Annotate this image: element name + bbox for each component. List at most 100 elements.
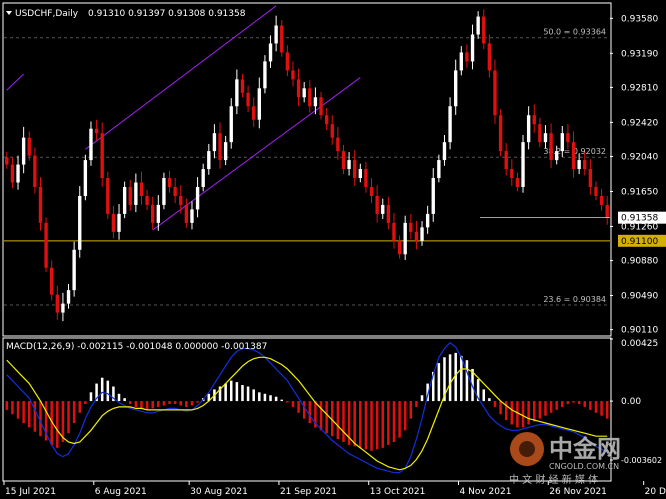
candle-body	[605, 204, 609, 218]
price-tick-label: 0.91650	[621, 187, 658, 197]
candle-body	[566, 133, 570, 143]
candle-body	[330, 124, 334, 138]
candle-body	[521, 142, 525, 187]
candle-body	[397, 240, 402, 255]
candle-body	[66, 290, 71, 304]
candle-body	[392, 222, 396, 241]
time-tick-label: 30 Aug 2021	[190, 487, 248, 497]
fib-level-label: 50.0 = 0.93364	[543, 28, 606, 37]
candle-body	[134, 182, 138, 205]
candle-body	[291, 70, 295, 80]
macd-tick-label: 0.00425	[621, 339, 658, 349]
candle-body	[72, 249, 76, 291]
candle-body	[588, 169, 593, 187]
candle-body	[425, 213, 430, 228]
candle-body	[240, 79, 245, 93]
candle-body	[409, 222, 413, 232]
candle-body	[207, 151, 211, 170]
candle-body	[156, 204, 160, 223]
price-tick-label: 0.90880	[621, 257, 658, 267]
candle-body	[55, 294, 59, 313]
channel-stub-line[interactable]	[6, 73, 24, 91]
candle-body	[5, 157, 9, 165]
ohlc-values: 0.91310 0.91397 0.91308 0.91358	[88, 9, 246, 19]
price-panel-frame	[2, 2, 612, 337]
candle-body	[594, 186, 598, 196]
candle-body	[139, 182, 144, 196]
candle-body	[94, 128, 99, 134]
candle-body	[454, 70, 458, 107]
candle-body	[195, 186, 200, 210]
watermark-domain: CNGOLD.COM.CN	[549, 462, 619, 471]
candle-body	[229, 106, 233, 143]
candle-body	[128, 186, 132, 205]
candle-body	[235, 79, 239, 107]
candle-body	[83, 160, 88, 196]
symbol-label: USDCHF,Daily	[15, 9, 79, 19]
candle-body	[252, 106, 256, 120]
support-price-label: 0.91100	[621, 237, 658, 247]
candle-body	[526, 115, 531, 143]
time-tick-label: 21 Sep 2021	[280, 487, 337, 497]
price-tick-label: 0.90110	[621, 326, 658, 336]
trend-channel[interactable]	[6, 5, 361, 231]
candle-body	[151, 204, 155, 223]
candle-body	[358, 169, 362, 179]
candle-body	[89, 128, 93, 161]
time-tick-label: 4 Nov 2021	[460, 487, 512, 497]
time-tick-label: 6 Aug 2021	[95, 487, 147, 497]
candle-body	[190, 209, 194, 223]
candle-body	[381, 204, 385, 214]
candle-body	[504, 151, 508, 170]
candle-body	[263, 61, 267, 89]
candle-body	[145, 195, 149, 205]
candle-body	[111, 213, 116, 232]
fib-level-label: 23.6 = 0.90384	[543, 295, 606, 304]
price-tick-label: 0.92040	[621, 152, 658, 162]
candlesticks	[5, 9, 609, 322]
price-tick-label: 0.93190	[621, 49, 658, 59]
candle-body	[268, 43, 273, 62]
candle-body	[470, 34, 475, 62]
macd-tick-label: 0.00	[621, 397, 641, 407]
candle-body	[515, 178, 520, 187]
candle-body	[336, 137, 340, 152]
candle-body	[27, 137, 31, 156]
candle-body	[599, 195, 604, 205]
candle-body	[44, 222, 48, 268]
symbol-dropdown-icon[interactable]	[6, 11, 12, 15]
candle-body	[493, 70, 497, 116]
candle-body	[353, 160, 357, 179]
candle-body	[100, 133, 104, 179]
candle-body	[577, 160, 581, 170]
cngold-watermark: 中金网 CNGOLD.COM.CN 中 文 财 经 新 媒 体	[509, 432, 621, 486]
candle-body	[341, 151, 346, 170]
channel-lower-line[interactable]	[152, 77, 361, 231]
candle-body	[420, 227, 424, 241]
candle-body	[223, 142, 228, 161]
fibonacci-levels[interactable]: 50.0 = 0.9336438.2 = 0.9203223.6 = 0.903…	[4, 28, 610, 306]
price-tick-label: 0.92810	[621, 83, 658, 93]
candle-body	[16, 164, 20, 183]
candle-body	[50, 267, 54, 295]
candle-body	[319, 97, 323, 116]
candle-body	[33, 155, 37, 187]
watermark-brand: 中金网	[549, 435, 621, 463]
current-price-label: 0.91358	[621, 214, 658, 224]
candle-body	[167, 178, 172, 187]
candle-body	[61, 303, 65, 313]
candle-body	[296, 79, 301, 98]
candle-body	[280, 25, 284, 53]
price-axis: 0.93580 0.93190 0.92810 0.92420 0.92040 0.916…	[480, 14, 666, 336]
candle-body	[313, 97, 318, 107]
candle-body	[122, 186, 127, 214]
watermark-tagline: 中 文 财 经 新 媒 体	[509, 473, 598, 486]
candle-body	[431, 178, 435, 214]
candle-body	[487, 43, 492, 71]
candle-body	[78, 195, 82, 250]
candle-body	[538, 124, 542, 143]
candle-body	[369, 186, 374, 196]
price-tick-label: 0.93580	[621, 14, 658, 24]
channel-upper-line[interactable]	[85, 5, 277, 150]
candle-body	[498, 115, 503, 152]
